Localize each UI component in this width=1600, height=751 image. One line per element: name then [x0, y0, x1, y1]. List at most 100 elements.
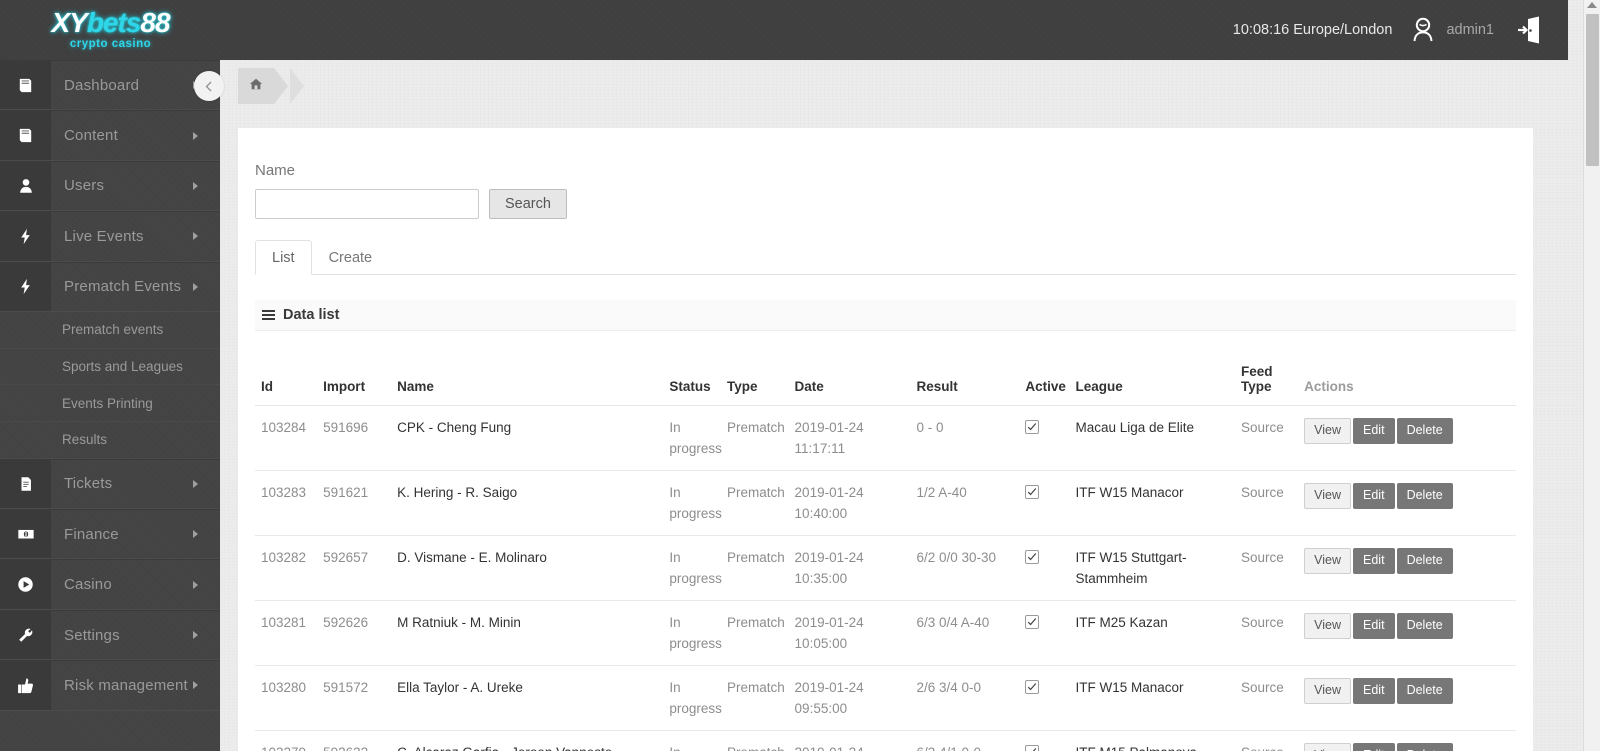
sidebar-item-finance[interactable]: Finance: [0, 509, 220, 560]
view-button[interactable]: View: [1304, 678, 1352, 705]
sidebar-item-label: Risk management: [64, 676, 188, 694]
bolt-icon: [0, 262, 51, 311]
delete-button[interactable]: Delete: [1396, 418, 1453, 444]
column-header-feed-type[interactable]: Feed Type: [1234, 331, 1299, 406]
edit-button[interactable]: Edit: [1353, 483, 1395, 510]
league-cell: ITF M15 Palmanova: [1069, 730, 1235, 751]
delete-button[interactable]: Delete: [1396, 678, 1453, 705]
sidebar-collapse-toggle[interactable]: [194, 71, 224, 101]
row-action-buttons: ViewEditDelete: [1304, 678, 1510, 705]
league-cell: ITF W15 Stuttgart-Stammheim: [1069, 535, 1235, 602]
search-row: Search: [255, 189, 1533, 219]
delete-button[interactable]: Delete: [1396, 548, 1453, 575]
delete-button[interactable]: Delete: [1396, 483, 1453, 510]
chevron-right-icon: [193, 232, 198, 241]
sidebar-subitem-sports-and-leagues[interactable]: Sports and Leagues: [0, 349, 220, 386]
edit-button[interactable]: Edit: [1353, 743, 1395, 751]
brand-logo[interactable]: XYbets88 crypto casino: [33, 7, 188, 53]
type-cell: Prematch: [721, 600, 789, 667]
active-cell: [1019, 535, 1070, 602]
column-header-result[interactable]: Result: [910, 331, 1020, 406]
column-header-league[interactable]: League: [1069, 331, 1235, 406]
name-search-input[interactable]: [255, 189, 479, 219]
active-checkbox[interactable]: [1025, 485, 1040, 500]
active-checkbox[interactable]: [1025, 615, 1040, 630]
sidebar-item-label: Users: [64, 177, 105, 195]
column-header-name[interactable]: Name: [391, 331, 664, 406]
active-cell: [1019, 730, 1070, 751]
column-header-status[interactable]: Status: [663, 331, 722, 406]
sidebar-subitem-events-printing[interactable]: Events Printing: [0, 385, 220, 423]
edit-button[interactable]: Edit: [1353, 418, 1395, 444]
tab-create[interactable]: Create: [312, 240, 390, 275]
active-checkbox[interactable]: [1025, 420, 1040, 434]
view-button[interactable]: View: [1304, 613, 1352, 640]
breadcrumb-home-item[interactable]: [238, 68, 288, 104]
event-name-cell: Ella Taylor - A. Ureke: [391, 665, 664, 732]
edit-button[interactable]: Edit: [1353, 548, 1395, 575]
sidebar-item-label: Tickets: [64, 475, 113, 493]
active-cell: [1019, 600, 1070, 667]
feed-type-cell: Source: [1234, 600, 1299, 667]
column-header-type[interactable]: Type: [721, 331, 789, 406]
status-cell: In progress: [663, 730, 722, 751]
import-id-cell: 592626: [317, 600, 392, 667]
table-row: 103283 591621 K. Hering - R. Saigo In progr…: [255, 470, 1516, 537]
feed-type-cell: Source: [1234, 405, 1299, 472]
delete-button[interactable]: Delete: [1396, 613, 1453, 640]
logout-door-icon[interactable]: [1516, 15, 1544, 45]
sidebar-item-settings[interactable]: Settings: [0, 609, 220, 661]
view-button[interactable]: View: [1304, 743, 1352, 751]
edit-button[interactable]: Edit: [1353, 613, 1395, 640]
event-name-cell: D. Vismane - E. Molinaro: [391, 535, 664, 602]
result-cell: 0 - 0: [910, 405, 1020, 472]
sidebar-subitem-results[interactable]: Results: [0, 422, 220, 459]
sidebar-item-live-events[interactable]: Live Events: [0, 211, 220, 262]
logo-xy: XY: [51, 7, 87, 39]
delete-button[interactable]: Delete: [1396, 743, 1453, 751]
data-table: Id Import Name Status Type Date Result A…: [255, 331, 1516, 751]
row-action-buttons: ViewEditDelete: [1304, 613, 1510, 640]
edit-button[interactable]: Edit: [1353, 678, 1395, 705]
chevron-right-icon: [193, 282, 198, 291]
import-id-cell: 592657: [317, 535, 392, 602]
scrollbar-thumb[interactable]: [1586, 14, 1599, 166]
sidebar-item-label: Prematch Events: [64, 278, 182, 296]
view-button[interactable]: View: [1304, 548, 1352, 575]
actions-cell: ViewEditDelete: [1298, 730, 1516, 751]
sidebar-item-users[interactable]: Users: [0, 160, 220, 212]
active-checkbox[interactable]: [1025, 745, 1040, 751]
sidebar-item-risk-management[interactable]: Risk management: [0, 660, 220, 711]
import-id-cell: 591621: [317, 470, 392, 537]
sidebar-item-label: Live Events: [64, 227, 144, 245]
sidebar-subitem-label: Prematch events: [62, 322, 164, 338]
feed-type-cell: Source: [1234, 665, 1299, 732]
table-row: 103284 591696 CPK - Cheng Fung In progress P…: [255, 405, 1516, 472]
search-button[interactable]: Search: [489, 189, 567, 219]
active-checkbox[interactable]: [1025, 680, 1040, 695]
result-cell: 1/2 A-40: [910, 470, 1020, 537]
column-header-date[interactable]: Date: [788, 331, 911, 406]
logo-88: 88: [140, 7, 170, 39]
username-label: admin1: [1446, 22, 1494, 38]
tab-bar: List Create: [255, 239, 1516, 275]
sidebar-item-content[interactable]: Content: [0, 110, 220, 161]
sidebar-item-dashboard[interactable]: Dashboard: [0, 60, 220, 111]
page-scrollbar[interactable]: [1583, 0, 1600, 751]
scrollbar-up-arrow-icon[interactable]: [1587, 2, 1597, 8]
column-header-active[interactable]: Active: [1019, 331, 1070, 406]
document-icon: [0, 459, 51, 509]
sidebar-item-prematch-events[interactable]: Prematch Events: [0, 261, 220, 312]
actions-cell: ViewEditDelete: [1298, 665, 1516, 732]
type-cell: Prematch: [721, 535, 789, 602]
active-checkbox[interactable]: [1025, 550, 1040, 565]
column-header-id[interactable]: Id: [255, 331, 318, 406]
sidebar-item-casino[interactable]: Casino: [0, 559, 220, 610]
sidebar-subitem-label: Sports and Leagues: [62, 358, 183, 374]
column-header-import[interactable]: Import: [317, 331, 392, 406]
tab-list[interactable]: List: [255, 240, 312, 275]
sidebar-subitem-prematch-events[interactable]: Prematch events: [0, 312, 220, 349]
view-button[interactable]: View: [1304, 483, 1352, 510]
view-button[interactable]: View: [1304, 418, 1352, 444]
sidebar-item-tickets[interactable]: Tickets: [0, 458, 220, 510]
